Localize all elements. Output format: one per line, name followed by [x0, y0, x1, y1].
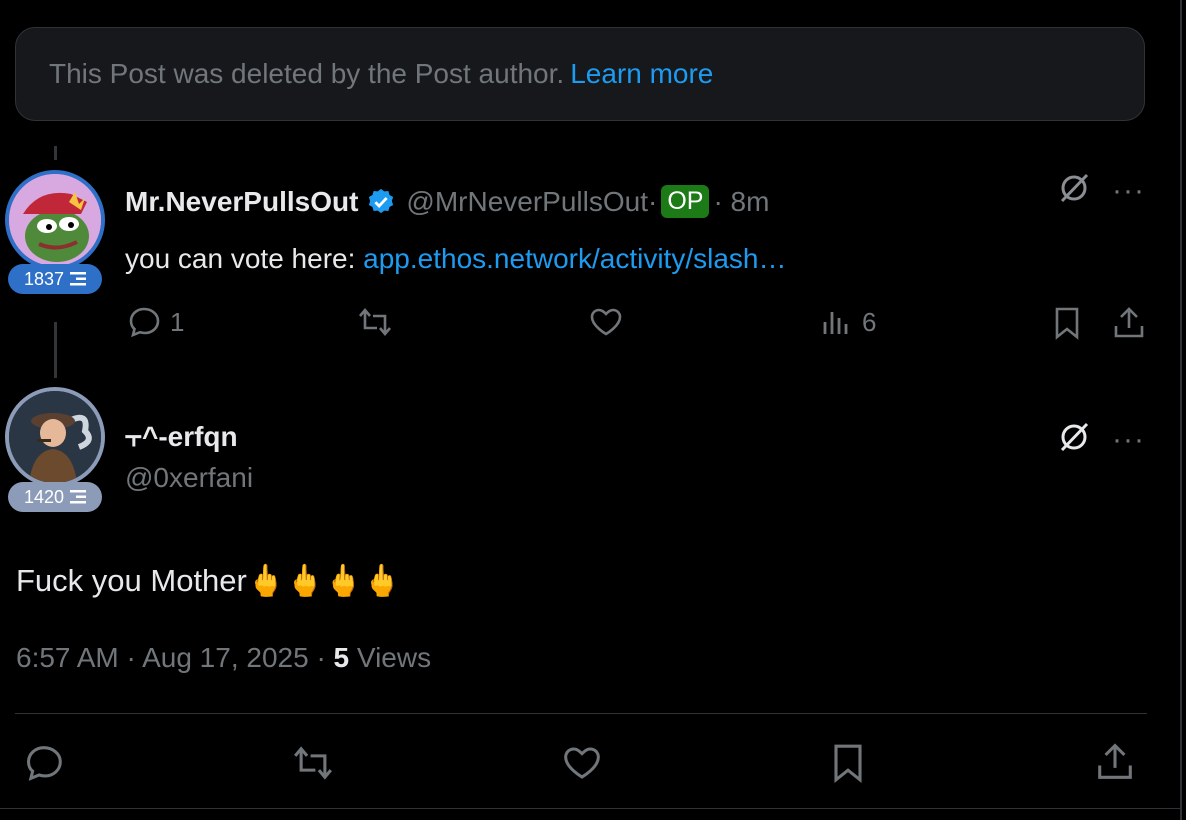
like-icon [564, 747, 600, 779]
score-badge: 1837 [8, 264, 102, 294]
post-link[interactable]: app.ethos.network/activity/slash… [363, 243, 786, 274]
bookmark-icon [834, 744, 862, 784]
like-icon [590, 308, 622, 336]
bottom-border [0, 808, 1182, 809]
learn-more-link[interactable]: Learn more [570, 58, 713, 89]
share-button[interactable] [1112, 306, 1146, 340]
reply-button[interactable] [25, 744, 65, 782]
deleted-notice-text: This Post was deleted by the Post author… [49, 58, 565, 89]
reply-count: 1 [170, 306, 185, 337]
views-label: Views [349, 642, 432, 673]
grok-icon[interactable] [1057, 420, 1091, 454]
bookmark-icon [1055, 307, 1079, 340]
share-icon [1114, 307, 1144, 338]
grok-icon[interactable] [1057, 171, 1091, 205]
display-name[interactable]: ⫟^-erfqn [125, 421, 238, 454]
repost-icon [294, 746, 332, 780]
reply-header: ⫟^-erfqn [125, 421, 238, 454]
score-value: 1420 [23, 486, 65, 507]
post-time[interactable]: · 8m [713, 186, 769, 218]
post-timestamp[interactable]: 6:57 AM · Aug 17, 2025 · [16, 642, 334, 673]
verified-icon [369, 188, 394, 213]
ethos-icon [70, 272, 87, 286]
avatar[interactable] [5, 170, 105, 270]
main-post-text: Fuck you Mother🖕🖕🖕🖕 [16, 563, 402, 598]
man-smoking-avatar-image [9, 391, 101, 483]
thread-line [54, 322, 57, 378]
deleted-post-notice: This Post was deleted by the Post author… [15, 27, 1145, 121]
more-icon[interactable]: ··· [1112, 425, 1145, 455]
frog-avatar-image [9, 174, 101, 266]
more-icon[interactable]: ··· [1112, 176, 1145, 206]
share-icon [1098, 743, 1132, 779]
reply-text-prefix: you can vote here: [125, 243, 364, 274]
handle[interactable]: @0xerfani [125, 462, 253, 494]
like-button[interactable] [588, 306, 624, 338]
bookmark-button[interactable] [830, 742, 866, 784]
views-count: 6 [862, 306, 877, 337]
post-metadata: 6:57 AM · Aug 17, 2025 · 5 Views [16, 642, 431, 674]
thread-line [54, 146, 57, 160]
like-button[interactable] [561, 744, 603, 782]
bookmark-button[interactable] [1052, 306, 1082, 340]
score-value: 1837 [23, 268, 65, 289]
avatar[interactable] [5, 387, 105, 487]
share-button[interactable] [1095, 742, 1135, 782]
reply-icon [129, 307, 160, 338]
repost-icon [359, 307, 391, 337]
divider [15, 713, 1147, 714]
views-total: 5 [333, 642, 350, 673]
column-border [1180, 0, 1182, 820]
views-button[interactable]: 6 [820, 306, 876, 338]
repost-button[interactable] [356, 306, 394, 338]
display-name[interactable]: Mr.NeverPullsOut [125, 186, 358, 218]
handle-row: @0xerfani [125, 462, 253, 494]
separator: · [648, 185, 658, 217]
op-badge: OP [661, 185, 710, 218]
reply-icon [26, 746, 62, 781]
score-badge: 1420 [8, 482, 102, 512]
ethos-icon [70, 490, 87, 504]
reply-text: you can vote here: app.ethos.network/act… [125, 243, 786, 275]
reply-button[interactable]: 1 [128, 306, 184, 338]
views-icon [823, 312, 848, 334]
repost-button[interactable] [290, 744, 336, 782]
reply-header: Mr.NeverPullsOut @MrNeverPullsOut · OP ·… [125, 185, 769, 218]
handle[interactable]: @MrNeverPullsOut [406, 186, 648, 218]
